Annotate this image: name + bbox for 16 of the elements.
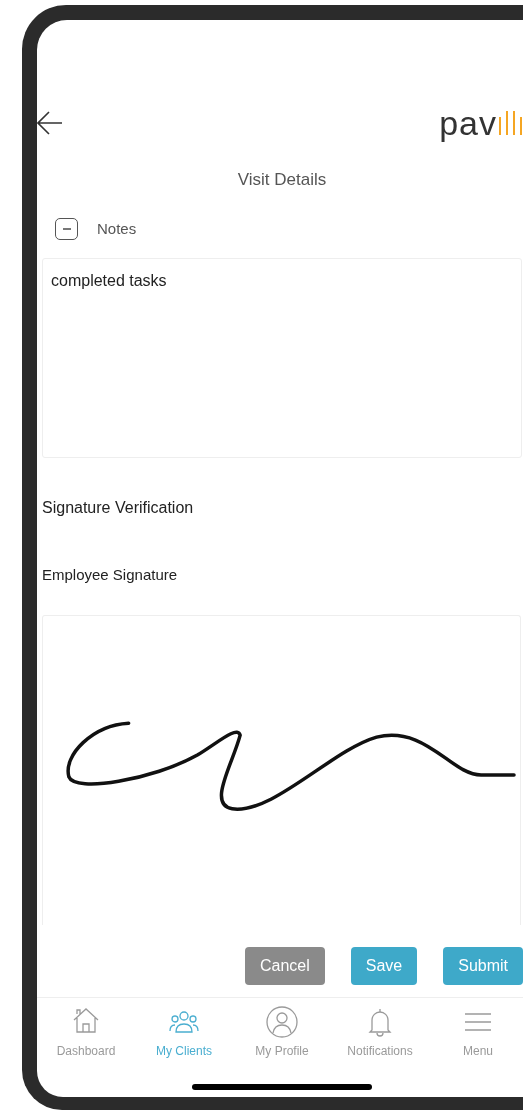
primary-button[interactable]: Submit [443, 946, 523, 985]
page-title: Visit Details [237, 169, 327, 191]
nav-tab[interactable]: Notifications [347, 1005, 413, 1060]
primary-button[interactable]: Save [350, 946, 418, 985]
back-arrow-icon[interactable] [37, 111, 63, 135]
section-label: Notes [97, 218, 137, 239]
section-heading: Signature Verification [42, 498, 194, 518]
nav-tab[interactable]: My Clients [156, 1005, 212, 1060]
nav-tab[interactable]: Dashboard [56, 1005, 116, 1060]
field-label: Employee Signature [42, 565, 178, 585]
collapse-icon[interactable] [55, 217, 78, 240]
notes-field[interactable]: completed tasks [42, 258, 522, 458]
nav-tab[interactable]: My Profile [255, 1005, 309, 1060]
nav-tab[interactable]: Menu [462, 1005, 494, 1060]
secondary-button[interactable]: Cancel [244, 946, 325, 985]
profile-icon [266, 1005, 298, 1038]
